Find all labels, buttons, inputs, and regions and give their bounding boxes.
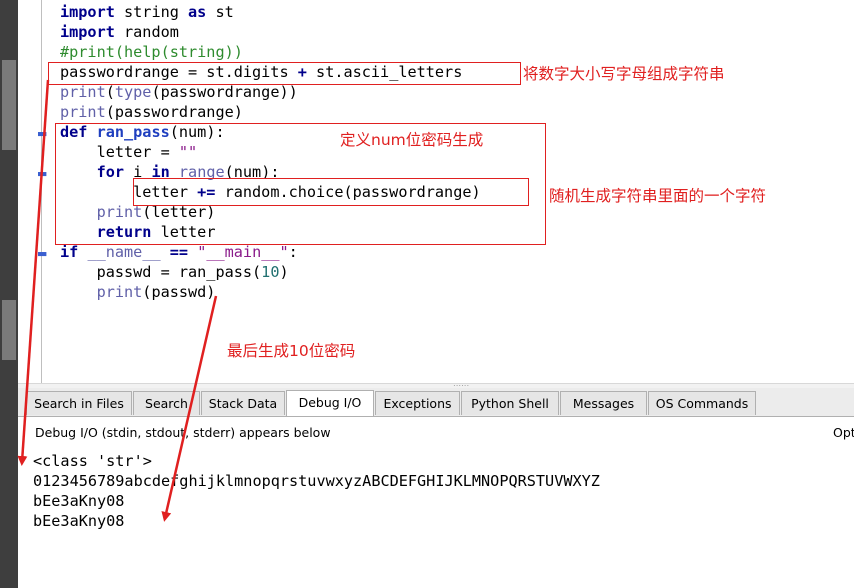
arrow-to-output-range	[17, 79, 50, 466]
annotation-arrows	[17, 79, 218, 522]
arrow-to-output-password	[161, 295, 218, 522]
